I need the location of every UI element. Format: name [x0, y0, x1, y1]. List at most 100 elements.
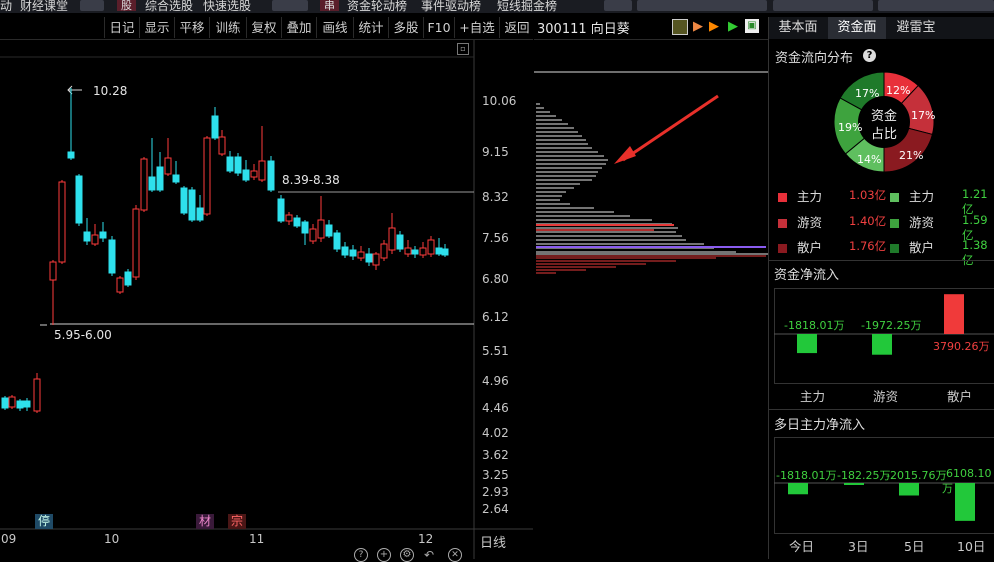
candle-body	[16, 400, 24, 409]
candle-body	[211, 115, 219, 139]
legend-swatch	[890, 219, 899, 228]
menu-box-icon[interactable]	[80, 0, 104, 11]
legend-swatch	[890, 244, 899, 253]
toolbar-overlay-button[interactable]: 叠加	[281, 17, 316, 38]
period-label[interactable]: 日线	[480, 532, 506, 551]
multi-bar-value: -182.25万	[837, 469, 891, 482]
settings-icon[interactable]: ⚙	[400, 548, 414, 562]
candle-body	[267, 160, 275, 191]
multi-bar-category: 今日	[789, 539, 815, 554]
candle-body	[388, 227, 396, 251]
candle-body	[325, 224, 333, 237]
material-marker[interactable]: 材	[196, 514, 215, 529]
flow-label: 游资	[909, 215, 935, 230]
toolbar-train-button[interactable]: 训练	[209, 17, 246, 38]
toolbar-display-button[interactable]: 显示	[139, 17, 174, 38]
candle-body	[164, 157, 172, 175]
toolbar-back-button[interactable]: 返回	[499, 17, 534, 38]
donut-segment-label: 17%	[911, 109, 936, 122]
donut-center-label: 资金	[871, 109, 898, 124]
upper-band-label: 8.39-8.38	[282, 173, 340, 187]
help-icon[interactable]: ?	[863, 49, 876, 62]
help-icon[interactable]: ?	[354, 548, 368, 562]
candle-body	[301, 221, 309, 234]
calendar-icon[interactable]	[672, 19, 688, 35]
legend-swatch	[778, 244, 787, 253]
bar	[899, 483, 919, 496]
stock-title: 300111 向日葵	[537, 22, 630, 37]
date-axis-label: 12	[418, 532, 434, 546]
panel-toggle-icon[interactable]: ▫	[457, 43, 469, 55]
close-icon[interactable]: ✕	[448, 548, 462, 562]
candle-body	[277, 198, 285, 222]
undo-icon[interactable]: ↶	[424, 548, 434, 562]
donut-segment-label: 19%	[838, 121, 863, 134]
net-bar-category: 游资	[873, 389, 899, 404]
flow-value: 1.38亿	[962, 238, 988, 267]
bar	[944, 294, 964, 334]
date-axis-label: 10	[104, 532, 120, 546]
candle-body	[148, 176, 156, 191]
menu-box[interactable]	[878, 0, 994, 11]
bar	[788, 483, 808, 495]
price-axis-label: 3.25	[482, 468, 509, 482]
stop-marker[interactable]: 停	[35, 514, 54, 529]
candle-body	[435, 247, 443, 255]
toolbar-draw-button[interactable]: 画线	[316, 17, 353, 38]
candle-body	[293, 217, 301, 227]
net-bar-category: 散户	[947, 389, 973, 404]
flow-label: 主力	[909, 189, 935, 204]
candle-body	[196, 207, 204, 221]
toolbar-pan-button[interactable]: 平移	[174, 17, 209, 38]
menu-box[interactable]	[773, 0, 873, 11]
menu-box[interactable]	[637, 0, 767, 11]
flag-icon[interactable]: ▶	[728, 19, 738, 34]
tab-capital[interactable]: 资金面	[828, 17, 886, 39]
menu-item[interactable]: 动	[0, 0, 12, 13]
menu-item-event-driven[interactable]: 事件驱动榜	[421, 0, 481, 13]
menu-item-fund-rotation[interactable]: 资金轮动榜	[347, 0, 407, 13]
tab-fundamentals[interactable]: 基本面	[769, 17, 827, 39]
donut-segment-label: 14%	[857, 153, 882, 166]
price-axis-label: 6.12	[482, 310, 509, 324]
flow-value: 1.40亿	[849, 214, 887, 228]
kline-chart[interactable]: ▫ 10.28 8.39-8.38 5.95-6.00 10.06 9.15 8…	[0, 40, 533, 562]
candle-body	[124, 271, 132, 286]
menu-box-icon[interactable]	[604, 0, 632, 11]
toolbar-add-watchlist-button[interactable]: +自选	[454, 17, 499, 38]
candle-body	[380, 243, 388, 259]
date-axis-label: 11	[249, 532, 265, 546]
menu-box-icon[interactable]	[272, 0, 308, 11]
menu-item-combined-select[interactable]: 综合选股	[145, 0, 193, 13]
menu-item-short-term[interactable]: 短线掘金榜	[497, 0, 557, 13]
flow-in-row: 游资	[778, 212, 822, 231]
net-bar-value: 3790.26万	[933, 340, 990, 353]
toolbar-f10-button[interactable]: F10	[423, 17, 454, 38]
net-bar-value: -1818.01万	[784, 319, 845, 332]
candle-body	[419, 247, 427, 256]
menu-tag-chuan[interactable]: 串	[320, 0, 339, 12]
price-axis-label: 7.56	[482, 231, 509, 245]
candle-body	[218, 136, 226, 155]
tab-risk-alert[interactable]: 避雷宝	[887, 17, 945, 39]
net-bar-category: 主力	[800, 389, 826, 404]
toolbar-diary-button[interactable]: 日记	[104, 17, 139, 38]
flag-icon[interactable]: ▶	[709, 19, 719, 34]
toolbar-stats-button[interactable]: 统计	[353, 17, 388, 38]
candle-body	[309, 228, 317, 242]
zong-marker[interactable]: 宗	[228, 514, 247, 529]
menu-tag-stock[interactable]: 股	[117, 0, 136, 12]
toolbar-adjust-button[interactable]: 复权	[246, 17, 281, 38]
candle-body	[91, 234, 99, 245]
flag-icon[interactable]: ▶	[693, 19, 703, 34]
zoom-in-icon[interactable]: +	[377, 548, 391, 562]
menu-item-finance-class[interactable]: 财经课堂	[20, 0, 68, 13]
menu-item-quick-select[interactable]: 快速选股	[203, 0, 251, 13]
candle-body	[357, 251, 365, 259]
bar	[844, 483, 864, 485]
toolbar-multi-stock-button[interactable]: 多股	[388, 17, 423, 38]
flow-label: 主力	[797, 189, 823, 204]
image-icon[interactable]: ▣	[745, 19, 759, 33]
flow-value: 1.76亿	[849, 239, 887, 253]
candle-body	[116, 277, 124, 293]
